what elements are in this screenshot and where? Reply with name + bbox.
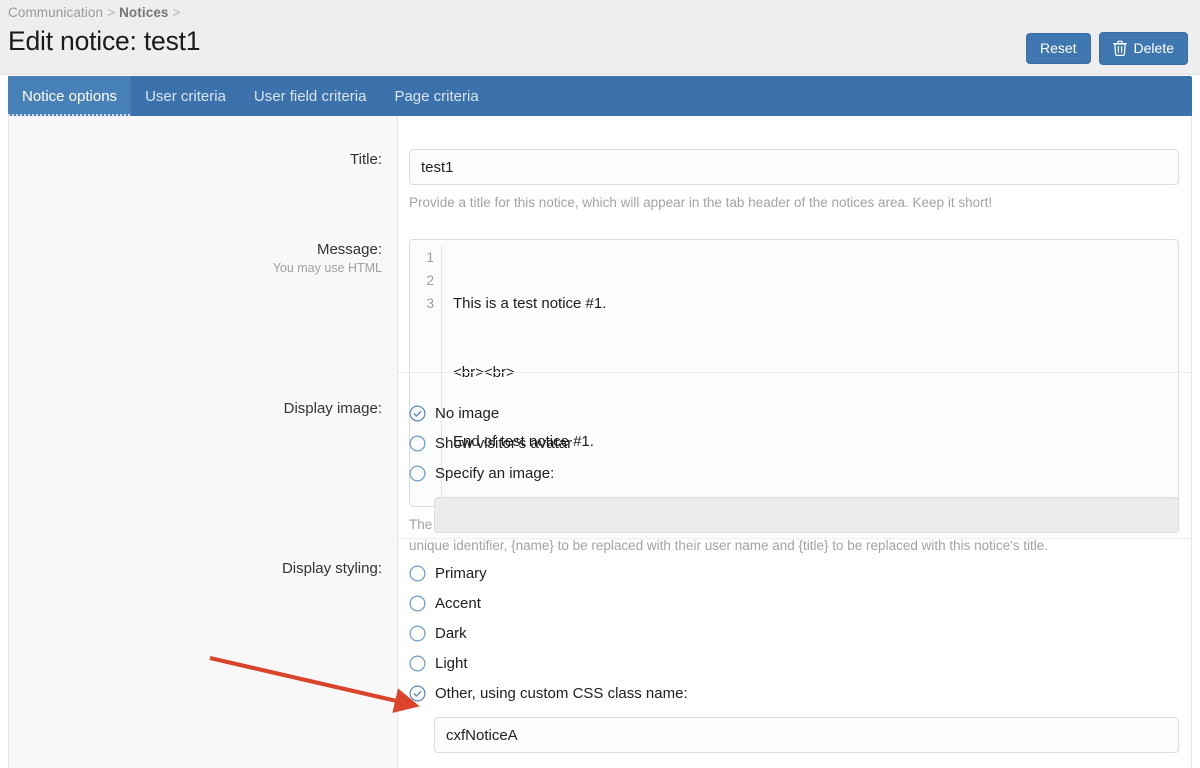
radio-accent-label: Accent	[435, 595, 481, 612]
css-class-name-input[interactable]	[434, 717, 1179, 753]
tab-user-field-criteria[interactable]: User field criteria	[240, 76, 381, 116]
reset-button[interactable]: Reset	[1026, 33, 1091, 64]
tab-bar: Notice options User criteria User field …	[8, 76, 1192, 116]
breadcrumb-separator-1: >	[107, 5, 115, 20]
radio-unchecked-icon	[409, 655, 426, 672]
display-styling-label: Display styling:	[9, 548, 398, 753]
tab-notice-options-label: Notice options	[22, 88, 117, 105]
radio-no-image-label: No image	[435, 405, 499, 422]
line-number: 1	[410, 246, 434, 269]
tab-user-field-criteria-label: User field criteria	[254, 88, 367, 105]
radio-light-label: Light	[435, 655, 468, 672]
form-row-display-styling: Display styling: Primary Accent	[9, 548, 1192, 753]
radio-dark-label: Dark	[435, 625, 467, 642]
image-path-input[interactable]	[434, 497, 1179, 533]
title-label: Title:	[9, 139, 398, 214]
radio-light[interactable]: Light	[409, 648, 1179, 678]
page-root: Communication > Notices > Edit notice: test…	[0, 0, 1200, 768]
radio-checked-icon	[409, 685, 426, 702]
radio-primary-label: Primary	[435, 565, 487, 582]
radio-unchecked-icon	[409, 565, 426, 582]
tab-page-criteria[interactable]: Page criteria	[380, 76, 492, 116]
radio-other-custom-css-label: Other, using custom CSS class name:	[435, 685, 688, 702]
radio-accent[interactable]: Accent	[409, 588, 1179, 618]
section-divider-1	[398, 372, 1192, 373]
radio-specify-an-image[interactable]: Specify an image:	[409, 458, 1179, 488]
radio-unchecked-icon	[409, 625, 426, 642]
radio-unchecked-icon	[409, 435, 426, 452]
title-input[interactable]	[409, 149, 1179, 185]
tab-user-criteria[interactable]: User criteria	[131, 76, 240, 116]
radio-primary[interactable]: Primary	[409, 558, 1179, 588]
radio-show-visitors-avatar[interactable]: Show visitor's avatar	[409, 428, 1179, 458]
radio-specify-an-image-label: Specify an image:	[435, 465, 554, 482]
radio-unchecked-icon	[409, 595, 426, 612]
section-divider-2	[398, 538, 1192, 539]
breadcrumb-item-communication[interactable]: Communication	[8, 5, 103, 20]
page-header: Communication > Notices > Edit notice: test…	[0, 0, 1200, 75]
display-styling-field-wrap: Primary Accent Dark	[398, 548, 1192, 753]
breadcrumb-item-notices[interactable]: Notices	[119, 5, 168, 20]
trash-icon	[1113, 40, 1127, 56]
radio-checked-icon	[409, 405, 426, 422]
radio-unchecked-icon	[409, 465, 426, 482]
title-help-text: Provide a title for this notice, which w…	[409, 193, 1169, 214]
radio-other-custom-css[interactable]: Other, using custom CSS class name:	[409, 678, 1179, 708]
title-field-wrap: Provide a title for this notice, which w…	[398, 139, 1192, 214]
line-number: 2	[410, 269, 434, 292]
form-row-title: Title: Provide a title for this notice, …	[9, 139, 1192, 214]
header-actions: Reset Delete	[1026, 32, 1188, 65]
page-title: Edit notice: test1	[8, 26, 200, 57]
tab-page-criteria-label: Page criteria	[394, 88, 478, 105]
form-panel: Title: Provide a title for this notice, …	[8, 116, 1192, 768]
tab-notice-options[interactable]: Notice options	[8, 76, 131, 116]
delete-button-label: Delete	[1134, 41, 1174, 55]
image-input-wrap	[409, 488, 1179, 533]
message-sublabel: You may use HTML	[9, 261, 382, 275]
css-class-input-wrap	[409, 708, 1179, 753]
message-label-text: Message:	[317, 241, 382, 258]
radio-dark[interactable]: Dark	[409, 618, 1179, 648]
radio-show-visitors-avatar-label: Show visitor's avatar	[435, 435, 572, 452]
display-image-field-wrap: No image Show visitor's avatar	[398, 388, 1192, 533]
breadcrumb: Communication > Notices >	[8, 5, 185, 20]
form-row-display-image: Display image: No image	[9, 388, 1192, 533]
line-number: 3	[410, 292, 434, 315]
tab-user-criteria-label: User criteria	[145, 88, 226, 105]
breadcrumb-separator-2: >	[173, 5, 181, 20]
delete-button[interactable]: Delete	[1099, 32, 1188, 65]
code-line: This is a test notice #1.	[453, 292, 606, 315]
display-image-label: Display image:	[9, 388, 398, 533]
radio-no-image[interactable]: No image	[409, 398, 1179, 428]
reset-button-label: Reset	[1040, 41, 1077, 55]
